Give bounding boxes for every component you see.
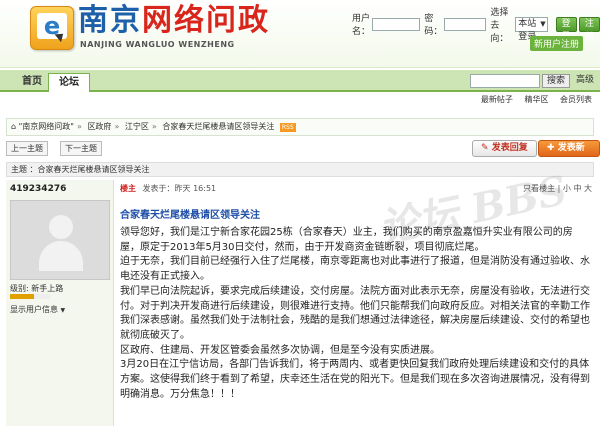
login-button[interactable]: 登录 [555, 16, 577, 42]
floor-tag: 楼主 [120, 184, 136, 193]
rss-badge[interactable]: RSS [279, 123, 296, 132]
thread-title-bar: 主题 ：合家春天烂尾楼悬请区领导关注 [6, 162, 594, 177]
destination-select[interactable]: 本站登录 ▼ [515, 16, 548, 42]
avatar-head-icon [49, 215, 73, 239]
destination-label: 选择去向： [490, 7, 509, 44]
reply-icon: ✎ [481, 143, 489, 153]
site-subtitle: NANJING WANGLUO WENZHENG [80, 40, 235, 49]
search-button[interactable]: 搜索 [542, 74, 571, 88]
new-post-button[interactable]: ✚ 发表新帖 [538, 140, 600, 168]
post-tools[interactable]: 只看楼主 | 小 中 大 [523, 183, 592, 194]
breadcrumb: ⌂ "南京网络问政"» 区政府» 江宁区» 合家春天烂尾楼悬请区领导关注 RSS [6, 118, 594, 136]
crumb-site[interactable]: "南京网络问政" [19, 122, 74, 131]
post-paragraph: 区政府、住建局、开发区管委会虽然多次协调，但是至今没有实质进展。 [120, 344, 440, 356]
prev-topic-button[interactable]: 上一主题 [6, 141, 48, 156]
home-icon: ⌂ [11, 122, 17, 131]
post-paragraph: 迫于无奈，我们目前已经强行入住了烂尾楼，南京零距离也对此事进行了报道，但是消防没… [120, 256, 590, 283]
password-label: 密码： [424, 14, 443, 37]
site-logo[interactable]: e [30, 6, 74, 50]
register-button[interactable]: 注册 [578, 16, 600, 42]
author-level: 级别: 新手上路 [10, 284, 64, 293]
username-input[interactable] [372, 17, 421, 31]
post-title: 合家春天烂尾楼悬请区领导关注 [120, 210, 260, 221]
plus-icon: ✚ [547, 143, 555, 153]
level-bar [10, 294, 50, 299]
site-title: 南京网络问政 [78, 3, 270, 38]
search-input[interactable] [470, 74, 540, 88]
post-meta: 楼主 发表于：昨天 16:51 [120, 183, 216, 194]
tab-home[interactable]: 首页 [12, 73, 52, 92]
show-user-info-link[interactable]: 显示用户信息 ▼ [10, 304, 65, 315]
post-content: 领导您好，我们是江宁新合家花园25栋（合家春天）业主，我们购买的南京盈嘉恒升实业… [120, 226, 590, 402]
chevron-down-icon: ▼ [540, 19, 546, 28]
next-topic-button[interactable]: 下一主题 [60, 141, 102, 156]
post-paragraph: 领导您好，我们是江宁新合家花园25栋（合家春天）业主，我们购买的南京盈嘉恒升实业… [120, 227, 573, 253]
post-paragraph: 我们早已向法院起诉，要求完成后续建设，交付房屋。法院方面对此表示无奈，房屋没有验… [120, 285, 590, 341]
login-form: 用户名： 密码： 选择去向： 本站登录 ▼ 登录 注册 [352, 8, 600, 44]
post-paragraph: 3月20日在江宁信访局，各部门告诉我们，将于两周内、或者更快回复我们政府处理后续… [120, 359, 590, 400]
reply-button[interactable]: ✎ 发表回复 [472, 140, 537, 157]
tab-forum[interactable]: 论坛 [48, 73, 90, 92]
new-user-register-link[interactable]: 新用户注册 [530, 36, 584, 51]
author-column: 419234276 级别: 新手上路 显示用户信息 ▼ [6, 180, 114, 426]
author-name[interactable]: 419234276 [10, 184, 66, 194]
crumb-thread[interactable]: 合家春天烂尾楼悬请区领导关注 [162, 122, 274, 131]
search-bar: 搜索 高级 [470, 74, 598, 88]
password-input[interactable] [444, 17, 487, 31]
post-body: 论坛 BBS 楼主 发表于：昨天 16:51 只看楼主 | 小 中 大 合家春天… [118, 167, 594, 426]
post-time: 发表于：昨天 16:51 [142, 184, 217, 193]
crumb-district-gov[interactable]: 区政府 [87, 122, 111, 131]
subnav-digest[interactable]: 精华区 [524, 95, 548, 104]
site-header: e 南京网络问政 NANJING WANGLUO WENZHENG 用户名： 密… [0, 0, 600, 68]
avatar[interactable] [10, 200, 110, 280]
username-label: 用户名： [352, 14, 371, 37]
sub-nav: 最新帖子 精华区 会员列表 [0, 94, 600, 108]
subnav-members[interactable]: 会员列表 [560, 95, 592, 104]
avatar-body-icon [39, 241, 83, 271]
crumb-jiangning[interactable]: 江宁区 [125, 122, 149, 131]
chevron-down-icon: ▼ [60, 307, 66, 314]
subnav-latest[interactable]: 最新帖子 [481, 95, 513, 104]
advanced-search-link[interactable]: 高级 [572, 74, 598, 88]
